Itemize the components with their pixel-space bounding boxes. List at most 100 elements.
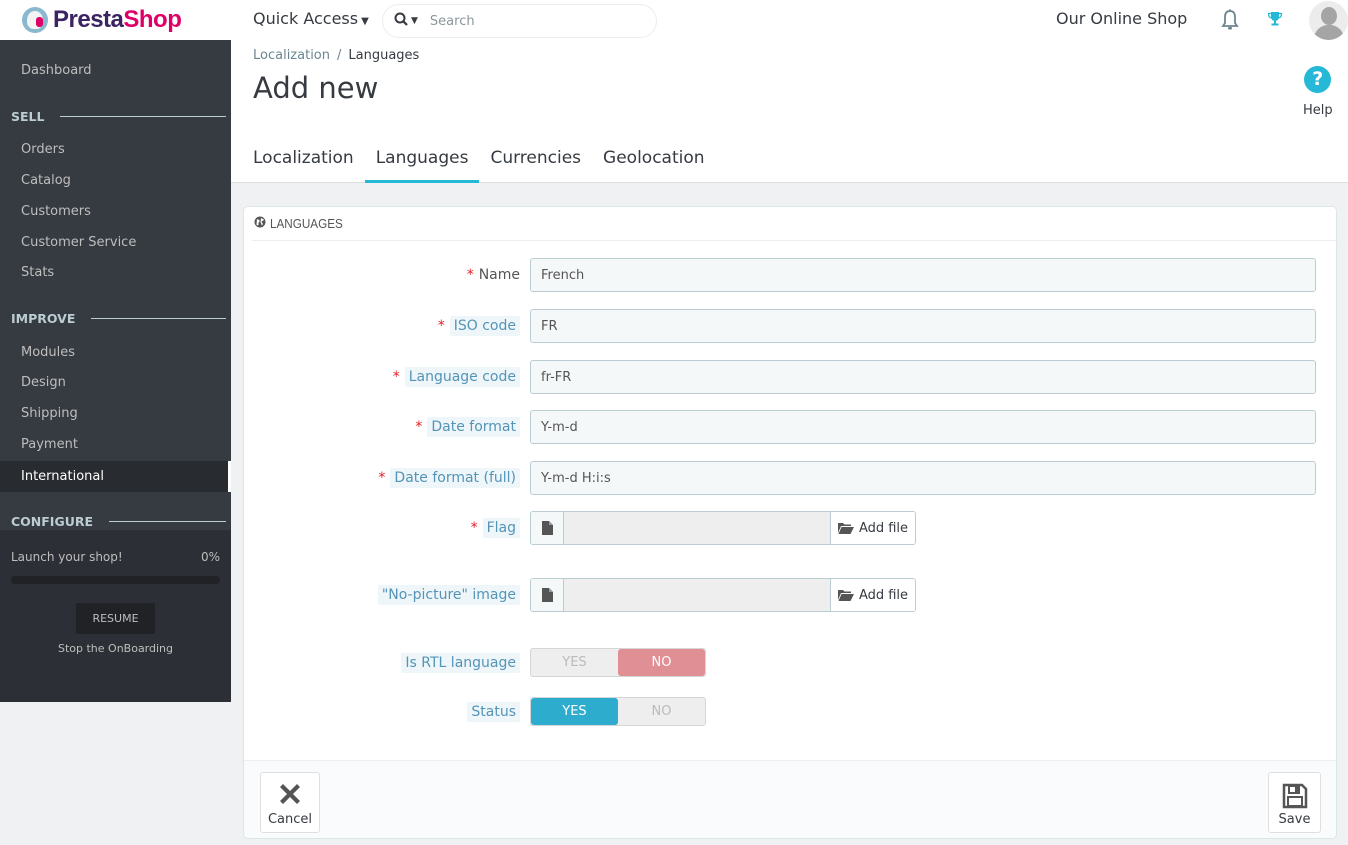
tab-geolocation[interactable]: Geolocation — [592, 145, 716, 183]
sidebar-section-improve: IMPROVE — [11, 311, 226, 326]
question-circle-icon: ? — [1304, 66, 1332, 93]
sidebar-item-orders[interactable]: Orders — [0, 134, 231, 165]
close-icon — [279, 783, 301, 809]
tab-currencies[interactable]: Currencies — [479, 145, 592, 183]
tab-languages[interactable]: Languages — [364, 145, 480, 183]
sidebar-item-shipping[interactable]: Shipping — [0, 398, 231, 429]
sidebar-item-modules[interactable]: Modules — [0, 337, 231, 368]
help-button[interactable]: ? Help — [1303, 66, 1333, 118]
label-text: Date format (full) — [390, 468, 520, 488]
breadcrumb-separator: / — [337, 48, 342, 63]
no-picture-file-upload: Add file — [530, 578, 916, 612]
resume-button[interactable]: RESUME — [76, 603, 155, 634]
language-code-label[interactable]: * Language code — [393, 360, 520, 394]
flag-add-file-button[interactable]: Add file — [830, 512, 915, 544]
required-mark: * — [466, 267, 474, 283]
divider — [60, 116, 226, 117]
language-code-input[interactable] — [530, 360, 1316, 394]
search-icon[interactable] — [394, 12, 408, 30]
iso-code-input[interactable] — [530, 309, 1316, 343]
stop-onboarding-link[interactable]: Stop the OnBoarding — [0, 642, 231, 655]
label-text: "No-picture" image — [377, 585, 520, 605]
required-mark: * — [470, 520, 478, 536]
bell-icon[interactable] — [1220, 9, 1240, 35]
caret-down-icon: ▼ — [361, 16, 369, 27]
rtl-label[interactable]: Is RTL language — [401, 648, 520, 677]
onboarding-text: Launch your shop! — [11, 550, 123, 564]
date-format-input[interactable] — [530, 410, 1316, 444]
flag-filename-field[interactable] — [564, 512, 830, 544]
trophy-icon[interactable] — [1267, 11, 1283, 31]
file-icon — [531, 579, 564, 611]
label-text: Date format — [427, 417, 520, 437]
panel-footer: Cancel Save — [244, 760, 1336, 838]
flag-label[interactable]: * Flag — [471, 511, 520, 545]
rtl-switch[interactable]: YES NO — [530, 648, 706, 677]
help-label: Help — [1303, 103, 1333, 118]
avatar[interactable] — [1309, 1, 1348, 40]
tabs: Localization Languages Currencies Geoloc… — [253, 145, 716, 183]
section-title: SELL — [11, 109, 45, 124]
cancel-button[interactable]: Cancel — [260, 772, 320, 833]
cancel-label: Cancel — [267, 812, 313, 827]
quick-access-dropdown[interactable]: Quick Access ▼ — [253, 9, 369, 28]
onboarding-progress-bar — [11, 576, 220, 584]
required-mark: * — [378, 470, 386, 486]
prestashop-logo[interactable]: PrestaShop — [22, 6, 182, 34]
divider — [91, 318, 226, 319]
sidebar-item-dashboard[interactable]: Dashboard — [0, 55, 231, 86]
label-text: Language code — [404, 367, 520, 387]
tab-localization[interactable]: Localization — [253, 145, 365, 183]
sidebar-item-customers[interactable]: Customers — [0, 196, 231, 227]
status-label[interactable]: Status — [467, 697, 520, 726]
no-picture-add-file-button[interactable]: Add file — [830, 579, 915, 611]
folder-open-icon — [837, 590, 854, 601]
save-button[interactable]: Save — [1268, 772, 1321, 833]
date-format-label[interactable]: * Date format — [415, 410, 520, 444]
save-floppy-icon — [1282, 783, 1308, 813]
iso-code-label[interactable]: * ISO code — [438, 309, 520, 343]
logo-text-shop: Shop — [123, 6, 182, 33]
search-type-caret-icon[interactable]: ▼ — [411, 16, 418, 26]
status-switch[interactable]: YES NO — [530, 697, 706, 726]
sidebar-section-configure: CONFIGURE — [11, 514, 226, 529]
status-yes-option[interactable]: YES — [531, 698, 618, 725]
page-header: Localization / Languages Add new ? Help Lo… — [231, 40, 1348, 183]
add-file-label: Add file — [858, 587, 909, 603]
file-icon — [531, 512, 564, 544]
date-format-full-label[interactable]: * Date format (full) — [378, 461, 520, 495]
status-no-option[interactable]: NO — [618, 698, 705, 725]
label-text: Flag — [482, 518, 520, 538]
onboarding-widget: Launch your shop! 0% RESUME Stop the OnB… — [0, 530, 231, 702]
sidebar-item-design[interactable]: Design — [0, 367, 231, 398]
search-box: ▼ — [382, 4, 657, 38]
sidebar-item-stats[interactable]: Stats — [0, 257, 231, 288]
flag-file-upload: Add file — [530, 511, 916, 545]
required-mark: * — [437, 318, 445, 334]
no-picture-label[interactable]: "No-picture" image — [377, 578, 520, 612]
panel-title: LANGUAGES — [270, 216, 343, 231]
rtl-no-option[interactable]: NO — [618, 649, 705, 676]
breadcrumb-localization[interactable]: Localization — [253, 48, 330, 63]
breadcrumb: Localization / Languages — [253, 48, 419, 63]
date-format-full-input[interactable] — [530, 461, 1316, 495]
search-input[interactable] — [429, 13, 630, 29]
sidebar-item-catalog[interactable]: Catalog — [0, 165, 231, 196]
breadcrumb-languages: Languages — [348, 48, 420, 63]
quick-access-label: Quick Access — [253, 9, 359, 28]
add-file-label: Add file — [858, 520, 909, 536]
required-mark: * — [392, 369, 400, 385]
sidebar-item-international[interactable]: International — [0, 461, 231, 492]
rtl-yes-option[interactable]: YES — [531, 649, 618, 676]
shop-name-link[interactable]: Our Online Shop — [1056, 9, 1187, 28]
panel-heading: LANGUAGES — [252, 207, 1338, 241]
label-text: Is RTL language — [401, 652, 520, 673]
sidebar-item-payment[interactable]: Payment — [0, 429, 231, 460]
folder-open-icon — [837, 523, 854, 534]
section-title: CONFIGURE — [11, 514, 94, 529]
name-input[interactable] — [530, 258, 1316, 292]
no-picture-filename-field[interactable] — [564, 579, 830, 611]
top-header: PrestaShop Quick Access▼ ▼ Our Online Sh… — [0, 0, 1348, 40]
save-label: Save — [1278, 812, 1311, 827]
sidebar-item-customer-service[interactable]: Customer Service — [0, 227, 231, 258]
